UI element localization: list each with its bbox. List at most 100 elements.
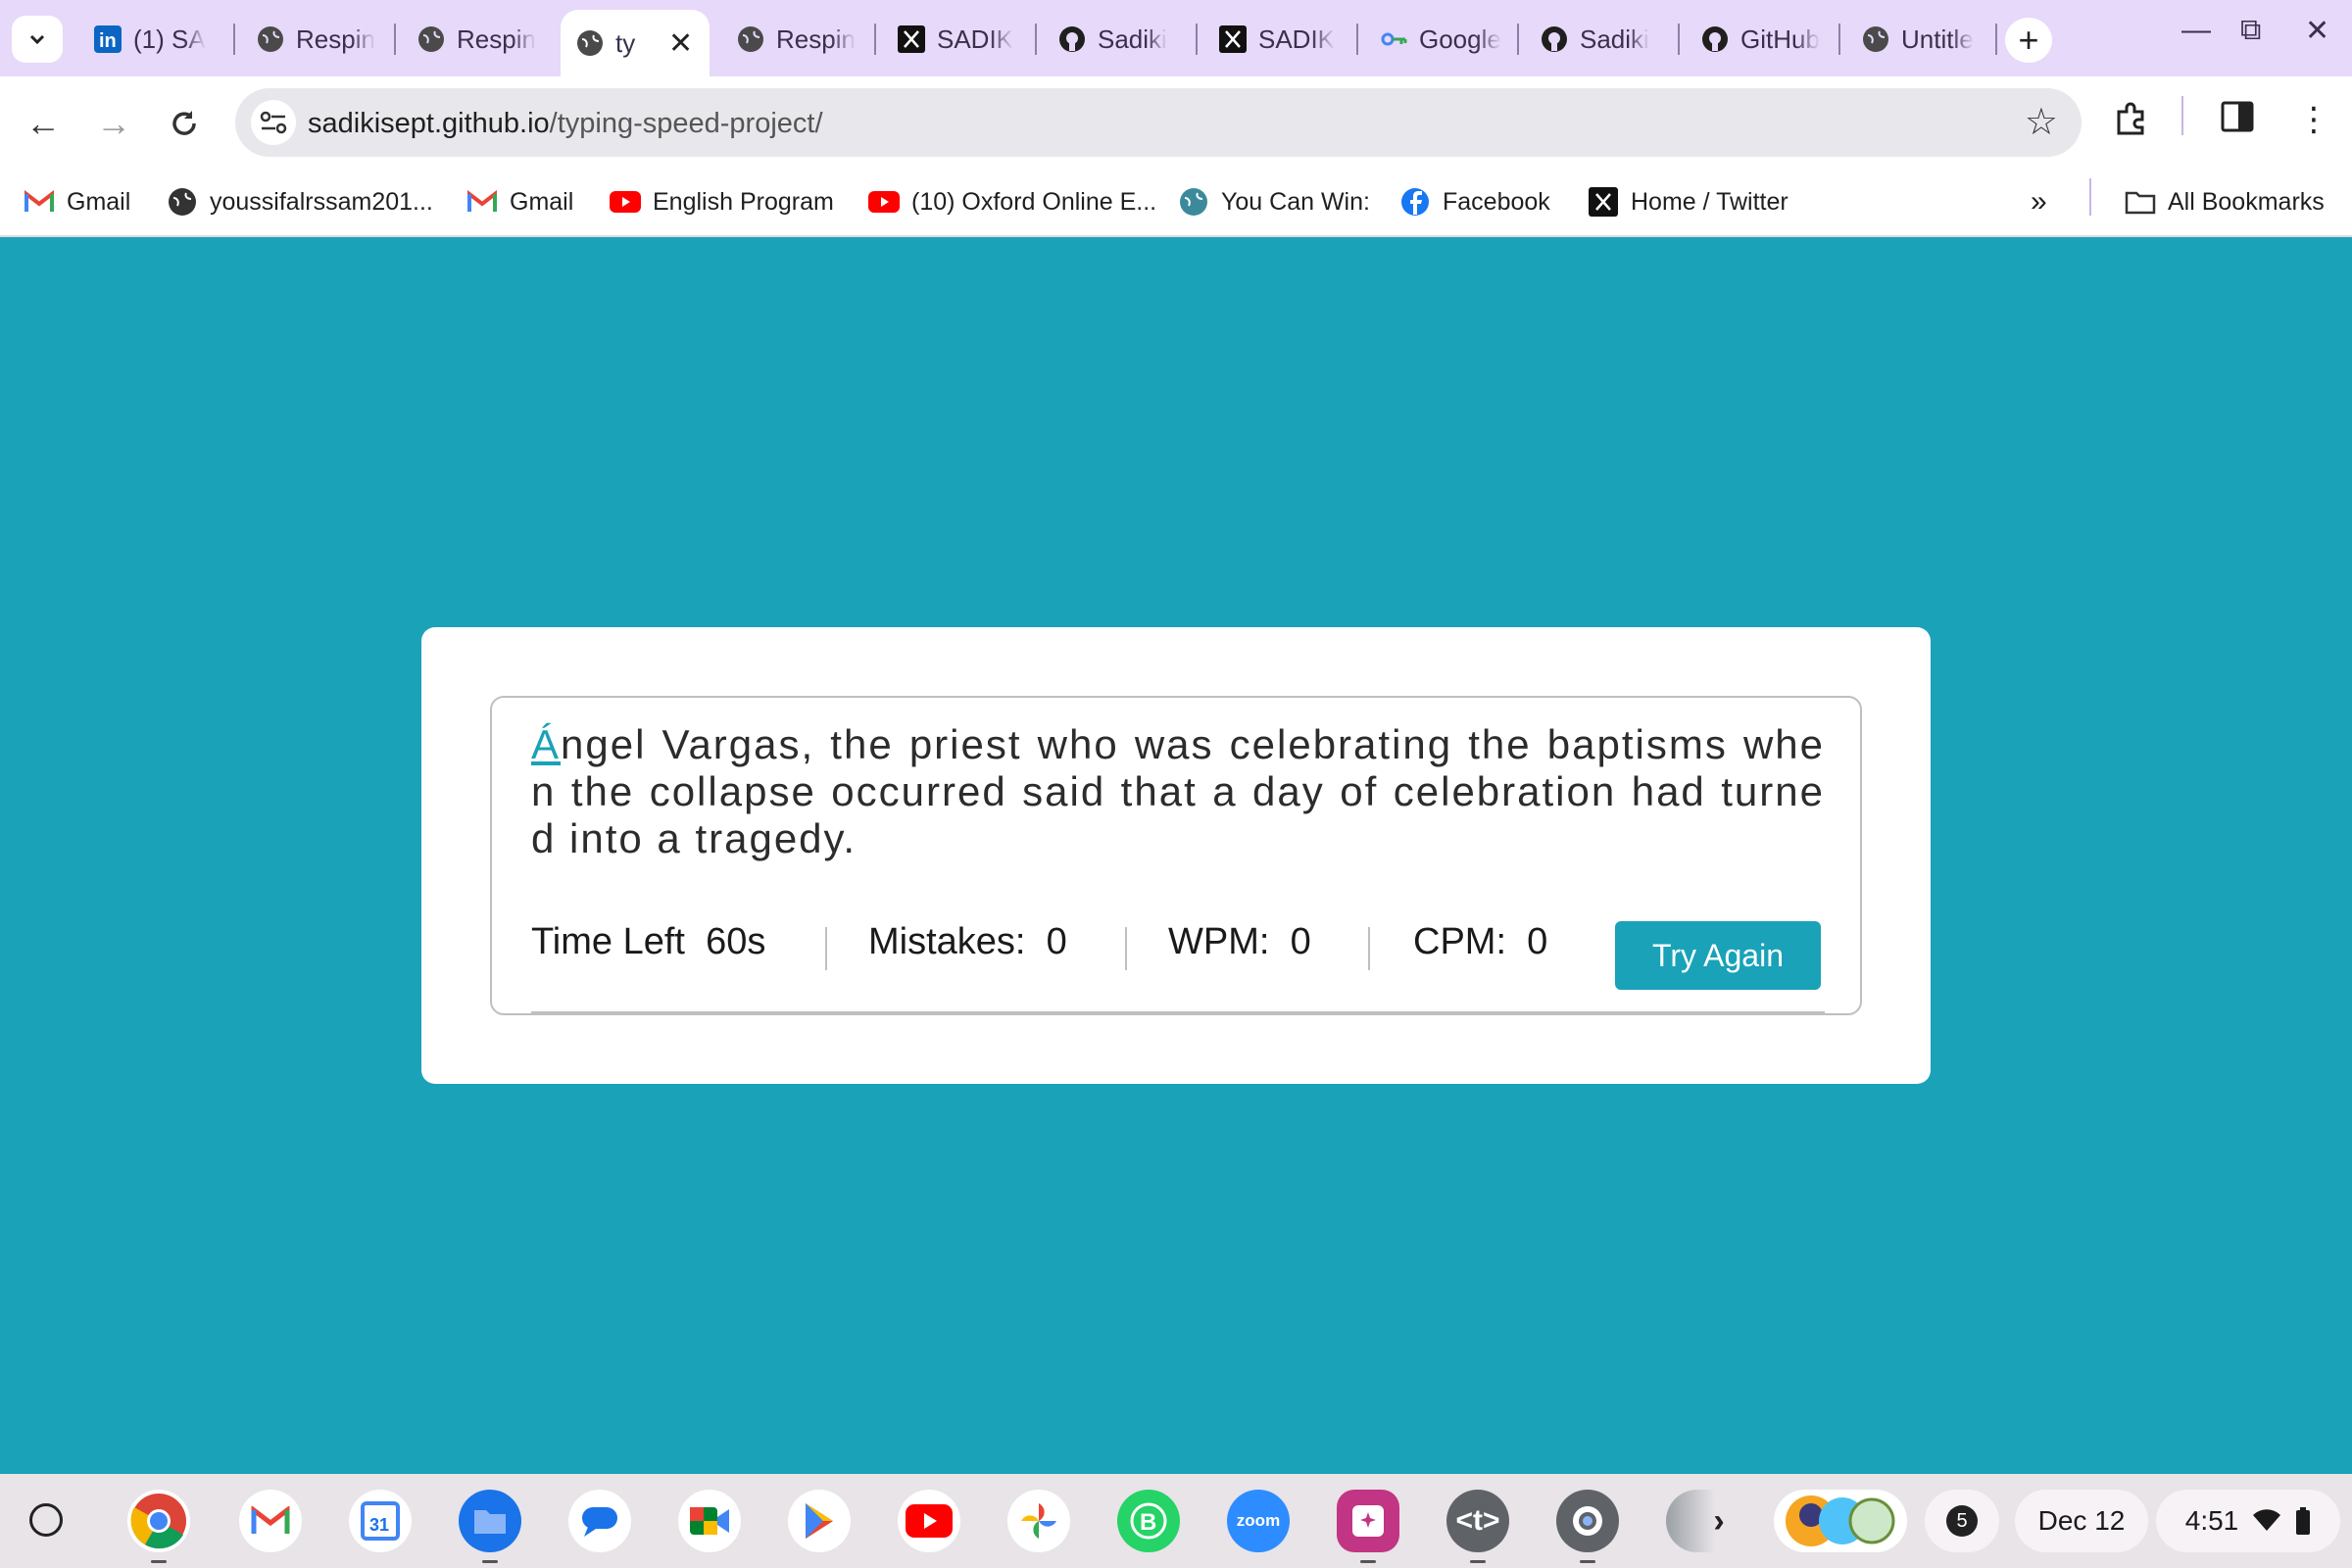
folder-icon [2125, 186, 2156, 218]
site-settings-icon[interactable] [251, 100, 296, 145]
bookmark-gmail-2[interactable]: Gmail [466, 182, 573, 221]
typing-paragraph[interactable]: Ángel Vargas, the priest who was celebra… [531, 721, 1825, 862]
youtube-app-icon[interactable] [898, 1490, 960, 1552]
github-icon [1701, 25, 1729, 53]
notification-count: 5 [1946, 1505, 1978, 1537]
battery-icon [2296, 1507, 2311, 1535]
stat-divider [1125, 927, 1127, 970]
gmail-app-icon[interactable] [239, 1490, 302, 1552]
launcher-button[interactable] [29, 1503, 63, 1537]
tab-title: SADIK [1258, 24, 1336, 54]
messages-app-icon[interactable] [568, 1490, 631, 1552]
bookmarks-overflow-button[interactable]: » [2031, 182, 2047, 221]
tab-title: Google [1419, 24, 1501, 54]
cpm-value: 0 [1527, 921, 1548, 962]
globe-icon [1862, 25, 1889, 53]
bookmark-star-icon[interactable]: ☆ [2025, 100, 2058, 144]
chrome-app-icon[interactable] [127, 1490, 190, 1552]
bookmark-you-can-win[interactable]: You Can Win: [1178, 182, 1370, 221]
address-bar[interactable]: sadikisept.github.io/typing-speed-projec… [235, 88, 2082, 157]
wpm-label: WPM: [1168, 921, 1270, 962]
mistakes-label: Mistakes: [868, 921, 1026, 962]
tab-5[interactable]: Respin [737, 14, 858, 65]
tab-9[interactable]: Google [1380, 14, 1501, 65]
bookmark-label: Facebook [1443, 187, 1550, 216]
zoom-app-icon[interactable]: zoom [1227, 1490, 1290, 1552]
date-text: Dec 12 [2037, 1505, 2126, 1536]
svg-text:31: 31 [369, 1515, 389, 1535]
try-again-button[interactable]: Try Again [1615, 921, 1821, 990]
bookmark-label: English Program [653, 187, 834, 216]
globe-icon [167, 186, 198, 218]
url-text: sadikisept.github.io/typing-speed-projec… [308, 108, 823, 140]
bookmark-gmail[interactable]: Gmail [24, 182, 130, 221]
tab-1[interactable]: in (1) SA [94, 14, 216, 65]
x-icon [1219, 25, 1247, 53]
new-tab-button[interactable]: + [2005, 18, 2052, 63]
stat-divider [1368, 927, 1370, 970]
side-panel-icon[interactable] [2221, 100, 2254, 142]
bookmark-oxford[interactable]: (10) Oxford Online E... [868, 182, 1156, 221]
tab-active[interactable]: ty ✕ [561, 10, 710, 76]
tab-title: SADIK [937, 24, 1014, 54]
bookmark-twitter[interactable]: Home / Twitter [1588, 182, 1788, 221]
tote-pinned-images[interactable] [1774, 1490, 1907, 1552]
tab-7[interactable]: Sadiki [1058, 14, 1180, 65]
tab-title: Respin [776, 24, 856, 54]
tab-8[interactable]: SADIK [1219, 14, 1341, 65]
bookmark-english-program[interactable]: English Program [610, 182, 834, 221]
calendar-app-icon[interactable]: 31 [349, 1490, 412, 1552]
whatsapp-business-app-icon[interactable]: B [1117, 1490, 1180, 1552]
content-bottom-border [531, 1011, 1825, 1013]
svg-text:B: B [1140, 1509, 1156, 1536]
x-icon [898, 25, 925, 53]
tab-2[interactable]: Respin [257, 14, 378, 65]
svg-text:in: in [99, 30, 117, 52]
restore-icon[interactable]: ⧉ [2240, 14, 2261, 47]
wpm-stat: WPM: 0 [1168, 921, 1311, 963]
bookmark-facebook[interactable]: Facebook [1399, 182, 1550, 221]
back-button[interactable]: ← [20, 100, 67, 147]
close-window-icon[interactable]: ✕ [2305, 14, 2329, 48]
tab-title: Sadiki [1580, 24, 1649, 54]
globe-icon [417, 25, 445, 53]
meet-app-icon[interactable] [678, 1490, 741, 1552]
close-icon[interactable]: ✕ [668, 26, 693, 61]
minimize-icon[interactable]: — [2181, 14, 2211, 47]
menu-kebab-icon[interactable]: ⋮ [2297, 100, 2330, 139]
bookmark-youssif[interactable]: youssifalrssam201... [167, 182, 433, 221]
text-editor-app-icon[interactable]: <t> [1446, 1490, 1509, 1552]
tab-search-button[interactable] [12, 16, 63, 63]
cpm-label: CPM: [1413, 921, 1506, 962]
tab-6[interactable]: SADIK [898, 14, 1019, 65]
play-store-app-icon[interactable] [788, 1490, 851, 1552]
gmail-icon [466, 186, 498, 218]
notification-counter[interactable]: 5 [1925, 1490, 1999, 1552]
status-tray[interactable]: 4:51 [2156, 1490, 2340, 1552]
photos-app-icon[interactable] [1007, 1490, 1070, 1552]
date-tray[interactable]: Dec 12 [2015, 1490, 2148, 1552]
shelf-overflow-chevron-icon[interactable]: › [1701, 1490, 1737, 1552]
bookmark-label: Home / Twitter [1631, 187, 1788, 216]
youtube-icon [868, 186, 900, 218]
running-indicator [1360, 1560, 1376, 1563]
forward-button[interactable]: → [90, 100, 137, 147]
tab-3[interactable]: Respin [417, 14, 539, 65]
canvas-app-icon[interactable] [1337, 1490, 1399, 1552]
tab-12[interactable]: Untitle [1862, 14, 1984, 65]
tab-11[interactable]: GitHub [1701, 14, 1823, 65]
globe-icon [737, 25, 764, 53]
settings-app-icon[interactable] [1556, 1490, 1619, 1552]
all-bookmarks-button[interactable]: All Bookmarks [2125, 182, 2325, 221]
os-shelf: 31 B zoom <t> › 5 Dec 12 4:51 [0, 1474, 2352, 1568]
stat-divider [825, 927, 827, 970]
url-domain: sadikisept.github.io [308, 108, 550, 139]
tab-10[interactable]: Sadiki [1541, 14, 1662, 65]
mistakes-stat: Mistakes: 0 [868, 921, 1067, 963]
wpm-value: 0 [1290, 921, 1311, 962]
reload-button[interactable] [161, 100, 208, 147]
extensions-icon[interactable] [2113, 100, 2150, 146]
typing-wrapper: Ángel Vargas, the priest who was celebra… [490, 696, 1862, 1015]
all-bookmarks-label: All Bookmarks [2168, 187, 2325, 216]
files-app-icon[interactable] [459, 1490, 521, 1552]
